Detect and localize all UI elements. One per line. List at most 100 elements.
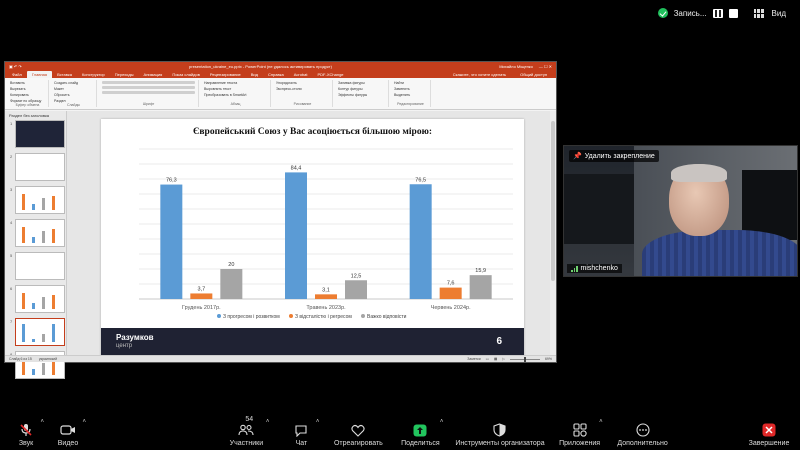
chevron-up-icon[interactable]: ˄ (40, 419, 44, 425)
participants-button[interactable]: 54 Участники ˄ (221, 416, 271, 450)
ppt-search-box[interactable]: Скажите, что хотите сделать (448, 71, 511, 78)
section-header[interactable]: Раздел без заголовка (9, 113, 64, 118)
view-grid-icon[interactable] (753, 8, 764, 18)
ppt-tab[interactable]: Вид (246, 71, 263, 78)
chevron-up-icon[interactable]: ˄ (440, 419, 444, 425)
apps-button[interactable]: Приложения ˄ (555, 416, 605, 450)
ribbon-command[interactable]: Заливка фигуры (338, 81, 385, 85)
bar-chart: 76,3 3,7 20 Грудень 2017р. 84,4 3,1 12,5 Травен… (139, 148, 513, 320)
thumbnail-number: 5 (10, 253, 13, 258)
host-tools-button[interactable]: Инструменты организатора (455, 416, 545, 450)
thumbnail-bar (52, 196, 55, 210)
view-button[interactable]: Вид (772, 9, 786, 18)
more-label: Дополнительно (617, 440, 668, 447)
more-button[interactable]: Дополнительно (615, 416, 671, 450)
ppt-tab[interactable]: PDF-XChange (313, 71, 349, 78)
chat-label: Чат (295, 440, 308, 447)
ribbon-command[interactable]: Упорядочить (276, 81, 329, 85)
video-button[interactable]: Видео ˄ (48, 416, 88, 450)
participant-video-tile[interactable]: 📌 Удалить закрепление mishchenko (563, 145, 798, 277)
notes-button[interactable]: Заметки (467, 357, 480, 361)
thumbnail-bar (52, 295, 55, 309)
thumbnail-bar (32, 339, 35, 342)
slide-footer-bar: Разумков центр 6 (101, 328, 524, 357)
ribbon-control[interactable] (102, 81, 195, 84)
chevron-up-icon[interactable]: ˄ (599, 419, 603, 425)
ribbon-command[interactable]: Направление текста (204, 81, 267, 85)
ppt-tab[interactable]: Рецензирование (205, 71, 246, 78)
ribbon-control[interactable] (102, 91, 195, 94)
ribbon-group: Создать слайд Макет Сбросить Раздел Слайды (51, 80, 97, 107)
participant-name-tag: mishchenko (567, 264, 622, 273)
view-normal-icon[interactable]: ▭ (486, 357, 489, 361)
slide-thumbnail[interactable]: 5 (10, 252, 65, 280)
slide-thumbnail[interactable]: 3 (10, 186, 65, 214)
ppt-tab[interactable]: Файл (7, 71, 27, 78)
view-sorter-icon[interactable]: ▦ (494, 357, 497, 361)
chevron-up-icon[interactable]: ˄ (266, 419, 270, 425)
share-screen-button[interactable]: Поделиться ˄ (395, 416, 445, 450)
ppt-tab[interactable]: Главная (26, 71, 53, 78)
thumbnail-number: 7 (10, 319, 13, 324)
thumbnail-bar (22, 194, 25, 210)
bar (439, 287, 462, 299)
ppt-tab[interactable]: Acrobat (289, 71, 313, 78)
slide-thumbnail[interactable]: 2 (10, 153, 65, 181)
ribbon-command[interactable]: Эффекты фигуры (338, 93, 385, 97)
unpin-video-button[interactable]: 📌 Удалить закрепление (569, 150, 659, 162)
view-slideshow-icon[interactable]: ▷ (502, 357, 505, 361)
window-controls-icon[interactable]: — ☐ ✕ (539, 64, 552, 69)
x-tick-label: Грудень 2017р. (182, 305, 221, 311)
ribbon-group-label: Шрифт (142, 102, 155, 106)
ribbon-command[interactable]: Заменить (394, 87, 427, 91)
ppt-tab[interactable]: Переходы (110, 71, 139, 78)
ribbon-command[interactable]: Экспресс-стили (276, 87, 329, 91)
chat-button[interactable]: Чат ˄ (281, 416, 321, 450)
slide-thumbnail[interactable]: 1 (10, 120, 65, 148)
ribbon-command[interactable]: Выровнять текст (204, 87, 267, 91)
stop-recording-icon[interactable] (728, 8, 738, 18)
ribbon-command[interactable]: Копировать (10, 93, 45, 97)
autosave-icon[interactable]: ▣ ↶ ↷ (9, 64, 22, 69)
ppt-tab[interactable]: Показ слайдов (167, 71, 205, 78)
pause-recording-icon[interactable] (712, 8, 723, 18)
ppt-tab[interactable]: Анимация (139, 71, 168, 78)
status-language[interactable]: украинский (39, 357, 57, 361)
ribbon-command[interactable]: Создать слайд (54, 81, 93, 85)
ribbon-command[interactable]: Вставить (10, 81, 45, 85)
ribbon-command[interactable]: Преобразовать в SmartArt (204, 93, 267, 97)
ribbon-control[interactable] (102, 86, 195, 89)
ribbon-command[interactable]: Выделить (394, 93, 427, 97)
zoom-level[interactable]: 69% (545, 357, 552, 361)
ribbon-command[interactable]: Сбросить (54, 93, 93, 97)
bar (409, 184, 432, 299)
ppt-share-button[interactable]: Общий доступ (515, 71, 552, 78)
chevron-up-icon[interactable]: ˄ (82, 419, 86, 425)
ppt-tab[interactable]: Конструктор (77, 71, 110, 78)
ribbon-command[interactable]: Макет (54, 87, 93, 91)
ribbon-group-label: Рисование (293, 102, 312, 106)
ribbon-command[interactable]: Контур фигуры (338, 87, 385, 91)
encryption-shield-icon[interactable] (657, 8, 668, 18)
ribbon-command[interactable]: Вырезать (10, 87, 45, 91)
ribbon-group: Вставить Вырезать Копировать Формат по обра… (7, 80, 49, 107)
chevron-up-icon[interactable]: ˄ (316, 419, 320, 425)
current-slide[interactable]: 76,3 3,7 20 Грудень 2017р. 84,4 3,1 12,5 Травен… (101, 119, 524, 357)
audio-button[interactable]: Звук ˄ (6, 416, 46, 450)
slide-thumbnail[interactable]: 7 (10, 318, 65, 346)
ribbon-command[interactable]: Найти (394, 81, 427, 85)
zoom-slider[interactable] (509, 356, 540, 362)
thumbnail-bar (42, 363, 45, 375)
end-meeting-button[interactable]: Завершение (744, 416, 794, 450)
thumbnail-number: 2 (10, 154, 13, 159)
slide-thumbnail[interactable]: 6 (10, 285, 65, 313)
ribbon-group-label: Слайды (66, 103, 81, 107)
legend-entry: З відсталістю і регресом (295, 314, 352, 320)
react-button[interactable]: Отреагировать (331, 416, 385, 450)
ppt-tab[interactable]: Вставка (52, 71, 77, 78)
slide-vertical-scrollbar[interactable] (550, 111, 556, 355)
ribbon-group-label: Абзац (230, 102, 241, 106)
meeting-toolbar: Звук ˄ Видео ˄ 54 Участники ˄ Чат ˄ Отре… (0, 416, 800, 450)
slide-thumbnail[interactable]: 4 (10, 219, 65, 247)
ppt-tab[interactable]: Справка (263, 71, 289, 78)
